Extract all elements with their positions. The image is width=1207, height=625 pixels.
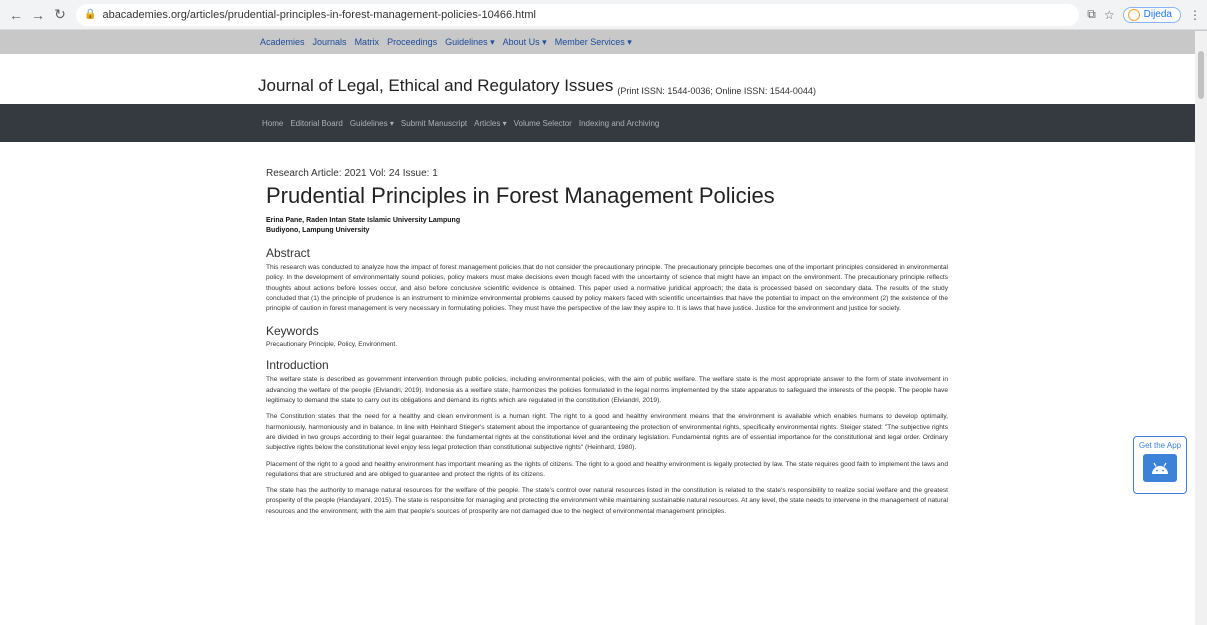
page-scrollbar[interactable] — [1195, 31, 1207, 625]
nav-indexing-archiving[interactable]: Indexing and Archiving — [579, 119, 660, 128]
bookmark-star-icon[interactable]: ☆ — [1104, 8, 1115, 22]
journal-nav: Home Editorial Board Guidelines ▾ Submit… — [0, 104, 1207, 142]
translate-icon[interactable]: ⧉ — [1087, 7, 1096, 22]
top-nav-about-us[interactable]: About Us ▾ — [503, 37, 547, 48]
intro-paragraph-2: The Constitution states that the need fo… — [266, 413, 948, 452]
author-line-1: Erina Pane, Raden Intan State Islamic Un… — [266, 217, 461, 224]
get-the-app-widget[interactable]: Get the App — [1133, 436, 1187, 494]
browser-toolbar: ← → ↻ 🔒 abacademies.org/articles/prudent… — [0, 0, 1207, 30]
journal-title[interactable]: Journal of Legal, Ethical and Regulatory… — [258, 76, 613, 96]
keywords-heading: Keywords — [266, 324, 319, 339]
nav-submit-manuscript[interactable]: Submit Manuscript — [401, 119, 467, 128]
nav-editorial-board[interactable]: Editorial Board — [290, 119, 342, 128]
abstract-text: This research was conducted to analyze h… — [266, 264, 948, 313]
back-arrow-icon[interactable]: ← — [6, 5, 26, 25]
top-site-nav: Academies Journals Matrix Proceedings Gu… — [0, 30, 1207, 54]
journal-issn: (Print ISSN: 1544-0036; Online ISSN: 154… — [617, 86, 816, 96]
author-line-2: Budiyono, Lampung University — [266, 227, 370, 234]
get-app-label: Get the App — [1138, 441, 1182, 450]
abstract-heading: Abstract — [266, 246, 311, 260]
scrollbar-thumb[interactable] — [1198, 51, 1204, 99]
top-nav-academies[interactable]: Academies — [260, 37, 305, 47]
top-nav-member-services[interactable]: Member Services ▾ — [555, 37, 632, 48]
address-bar[interactable]: 🔒 abacademies.org/articles/prudential-pr… — [76, 3, 1080, 26]
profile-button[interactable]: Dijeda — [1122, 6, 1181, 23]
url-text: abacademies.org/articles/prudential-prin… — [102, 8, 536, 21]
nav-volume-selector[interactable]: Volume Selector — [514, 119, 572, 128]
article-content: Research Article: 2021 Vol: 24 Issue: 1 … — [0, 142, 948, 517]
article-meta: Research Article: 2021 Vol: 24 Issue: 1 — [266, 168, 438, 179]
intro-paragraph-4: The state has the authority to manage na… — [266, 487, 948, 515]
lock-icon: 🔒 — [84, 9, 97, 20]
toolbar-icons: ⧉ ☆ Dijeda ⋮ — [1087, 6, 1201, 23]
nav-home[interactable]: Home — [262, 119, 283, 128]
intro-paragraph-1: The welfare state is described as govern… — [266, 376, 948, 405]
intro-paragraph-3: Placement of the right to a good and hea… — [266, 460, 948, 478]
nav-guidelines[interactable]: Guidelines ▾ — [350, 119, 394, 128]
top-nav-matrix[interactable]: Matrix — [355, 37, 380, 47]
site-header: Journal of Legal, Ethical and Regulatory… — [0, 54, 1207, 104]
introduction-heading: Introduction — [266, 358, 329, 373]
android-icon[interactable] — [1143, 454, 1177, 482]
menu-dots-icon[interactable]: ⋮ — [1189, 8, 1201, 22]
forward-arrow-icon[interactable]: → — [28, 5, 48, 25]
reload-icon[interactable]: ↻ — [50, 5, 70, 25]
top-nav-guidelines[interactable]: Guidelines ▾ — [445, 37, 495, 48]
profile-avatar-icon — [1127, 8, 1140, 21]
top-nav-journals[interactable]: Journals — [313, 37, 347, 47]
nav-articles[interactable]: Articles ▾ — [474, 119, 506, 128]
profile-name: Dijeda — [1143, 9, 1172, 20]
top-nav-proceedings[interactable]: Proceedings — [387, 37, 437, 47]
article-title: Prudential Principles in Forest Manageme… — [266, 183, 775, 208]
keywords-text: Precautionary Principle, Policy, Environ… — [266, 341, 398, 349]
